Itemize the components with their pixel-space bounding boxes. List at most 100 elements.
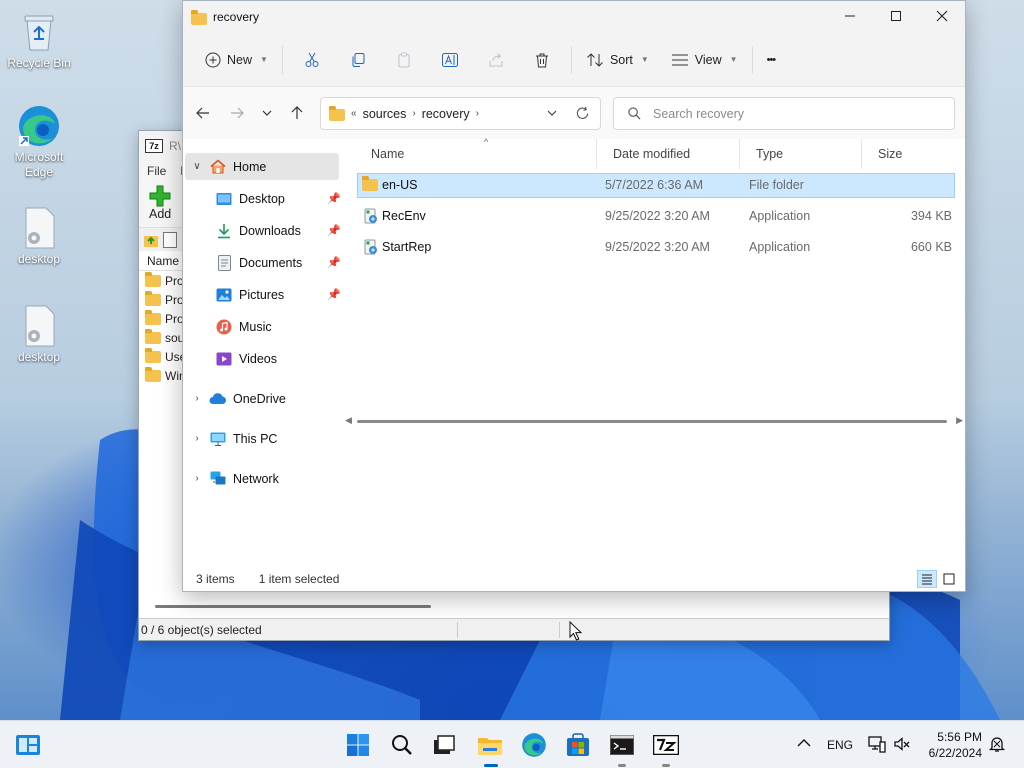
file-explorer-window[interactable]: recovery New ▼ Sort ▼ View ▼ ••• « sourc… [182, 0, 966, 592]
maximize-button[interactable] [873, 1, 919, 31]
close-button[interactable] [919, 1, 965, 31]
file-row-recenv[interactable]: RecEnv 9/25/2022 3:20 AM Application 394… [357, 204, 955, 229]
folder-up-icon[interactable] [143, 232, 159, 248]
search-button[interactable] [386, 729, 418, 761]
chevron-right-icon[interactable]: › [185, 393, 209, 404]
column-header-type[interactable]: Type [739, 139, 783, 169]
scrollbar-thumb[interactable] [357, 420, 947, 423]
nav-label: OneDrive [233, 391, 286, 406]
minimize-icon [845, 15, 855, 17]
folder-icon [145, 347, 161, 363]
desktop-icon-desktop-ini-1[interactable]: desktop [1, 206, 77, 267]
column-header-name[interactable]: Name [355, 139, 404, 169]
nav-item-network[interactable]: › Network [185, 465, 279, 492]
7zip-path-input[interactable] [163, 231, 177, 248]
back-button[interactable] [186, 97, 220, 129]
widgets-button[interactable] [12, 729, 44, 761]
rename-button[interactable] [427, 44, 473, 76]
7zip-horizontal-scrollbar[interactable] [155, 605, 431, 608]
copy-button[interactable] [335, 44, 381, 76]
paste-button[interactable] [381, 44, 427, 76]
explorer-titlebar[interactable]: recovery [183, 1, 965, 33]
desktop-icon-desktop-ini-2[interactable]: desktop [1, 304, 77, 365]
chevron-up-icon [797, 739, 811, 747]
scroll-left-icon[interactable]: ◀ [345, 415, 352, 426]
folder-icon [145, 309, 161, 325]
language-indicator[interactable]: ENG [827, 738, 853, 752]
sort-button[interactable]: Sort ▼ [578, 44, 657, 76]
nav-item-downloads[interactable]: Downloads 📌 [215, 217, 341, 244]
file-explorer-taskbar-button[interactable] [474, 729, 506, 767]
maximize-icon [891, 11, 901, 21]
nav-item-pictures[interactable]: Pictures 📌 [215, 281, 341, 308]
start-button[interactable] [342, 729, 374, 761]
details-view-button[interactable] [917, 570, 937, 588]
chevron-right-icon[interactable]: › [185, 433, 209, 444]
scroll-right-icon[interactable]: ▶ [956, 415, 963, 426]
settings-file-icon [17, 206, 61, 250]
up-button[interactable] [280, 97, 314, 129]
desktop-icon-recycle-bin[interactable]: Recycle Bin [1, 10, 77, 71]
nav-item-documents[interactable]: Documents 📌 [215, 249, 341, 276]
application-icon [364, 208, 378, 228]
mouse-cursor-icon [569, 621, 583, 641]
file-row-en-us[interactable]: en-US 5/7/2022 6:36 AM File folder [357, 173, 955, 198]
terminal-taskbar-button[interactable] [606, 729, 638, 767]
sort-icon [587, 52, 603, 67]
minimize-button[interactable] [827, 1, 873, 31]
more-options-button[interactable]: ••• [759, 44, 784, 76]
task-view-button[interactable] [428, 729, 460, 761]
plus-icon [149, 185, 171, 207]
nav-label: This PC [233, 431, 278, 446]
show-hidden-icons-button[interactable] [796, 735, 812, 754]
7zip-status-text: 0 / 6 object(s) selected [141, 622, 262, 637]
tiles-view-icon [943, 573, 955, 585]
breadcrumb-sources[interactable]: sources [363, 107, 407, 121]
7zip-add-button[interactable]: Add [149, 185, 171, 221]
column-header-date-modified[interactable]: Date modified [596, 139, 690, 169]
nav-item-videos[interactable]: Videos [215, 345, 339, 372]
nav-item-onedrive[interactable]: › OneDrive [185, 385, 286, 412]
column-header-size[interactable]: Size [861, 139, 902, 169]
arrow-right-icon [231, 107, 244, 119]
horizontal-scrollbar[interactable]: ◀ ▶ [343, 415, 965, 427]
nav-item-home[interactable]: ∨ Home [185, 153, 339, 180]
chevron-right-icon[interactable]: › [185, 473, 209, 484]
recent-locations-button[interactable] [254, 97, 280, 129]
chevron-down-icon[interactable]: ∨ [185, 161, 209, 172]
view-button[interactable]: View ▼ [663, 44, 746, 76]
breadcrumb-overflow[interactable]: « [351, 108, 357, 119]
share-button[interactable] [473, 44, 519, 76]
search-box[interactable] [613, 97, 955, 130]
new-button[interactable]: New ▼ [197, 44, 276, 76]
volume-button[interactable] [893, 735, 911, 756]
forward-button[interactable] [220, 97, 254, 129]
nav-item-desktop[interactable]: Desktop 📌 [215, 185, 341, 212]
7zip-icon: 7z [145, 139, 163, 153]
network-status-button[interactable] [868, 735, 886, 756]
breadcrumb-recovery[interactable]: recovery [422, 107, 470, 121]
status-bar: 3 items 1 item selected [183, 567, 965, 591]
nav-item-this-pc[interactable]: › This PC [185, 425, 277, 452]
file-row-startrep[interactable]: StartRep 9/25/2022 3:20 AM Application 6… [357, 235, 955, 260]
notifications-button[interactable] [988, 735, 1006, 756]
chevron-right-icon[interactable]: › [412, 108, 415, 119]
file-explorer-icon [478, 738, 502, 755]
tiles-view-button[interactable] [939, 570, 959, 588]
chevron-right-icon[interactable]: › [476, 108, 479, 119]
refresh-icon[interactable] [575, 106, 590, 121]
store-taskbar-button[interactable] [562, 729, 594, 761]
clock[interactable]: 5:56 PM 6/22/2024 [920, 729, 982, 761]
delete-button[interactable] [519, 44, 565, 76]
edge-taskbar-button[interactable] [518, 729, 550, 761]
chevron-down-icon[interactable] [546, 107, 558, 119]
cut-button[interactable] [289, 44, 335, 76]
search-input[interactable] [653, 106, 923, 121]
7zip-menu-file[interactable]: File [147, 164, 166, 178]
address-bar[interactable]: « sources › recovery › [320, 97, 601, 130]
start-icon [347, 734, 369, 756]
desktop-icon-microsoft-edge[interactable]: Microsoft Edge [1, 104, 77, 180]
nav-item-music[interactable]: Music [215, 313, 339, 340]
7zip-taskbar-button[interactable] [650, 729, 682, 767]
search-icon [628, 107, 641, 120]
